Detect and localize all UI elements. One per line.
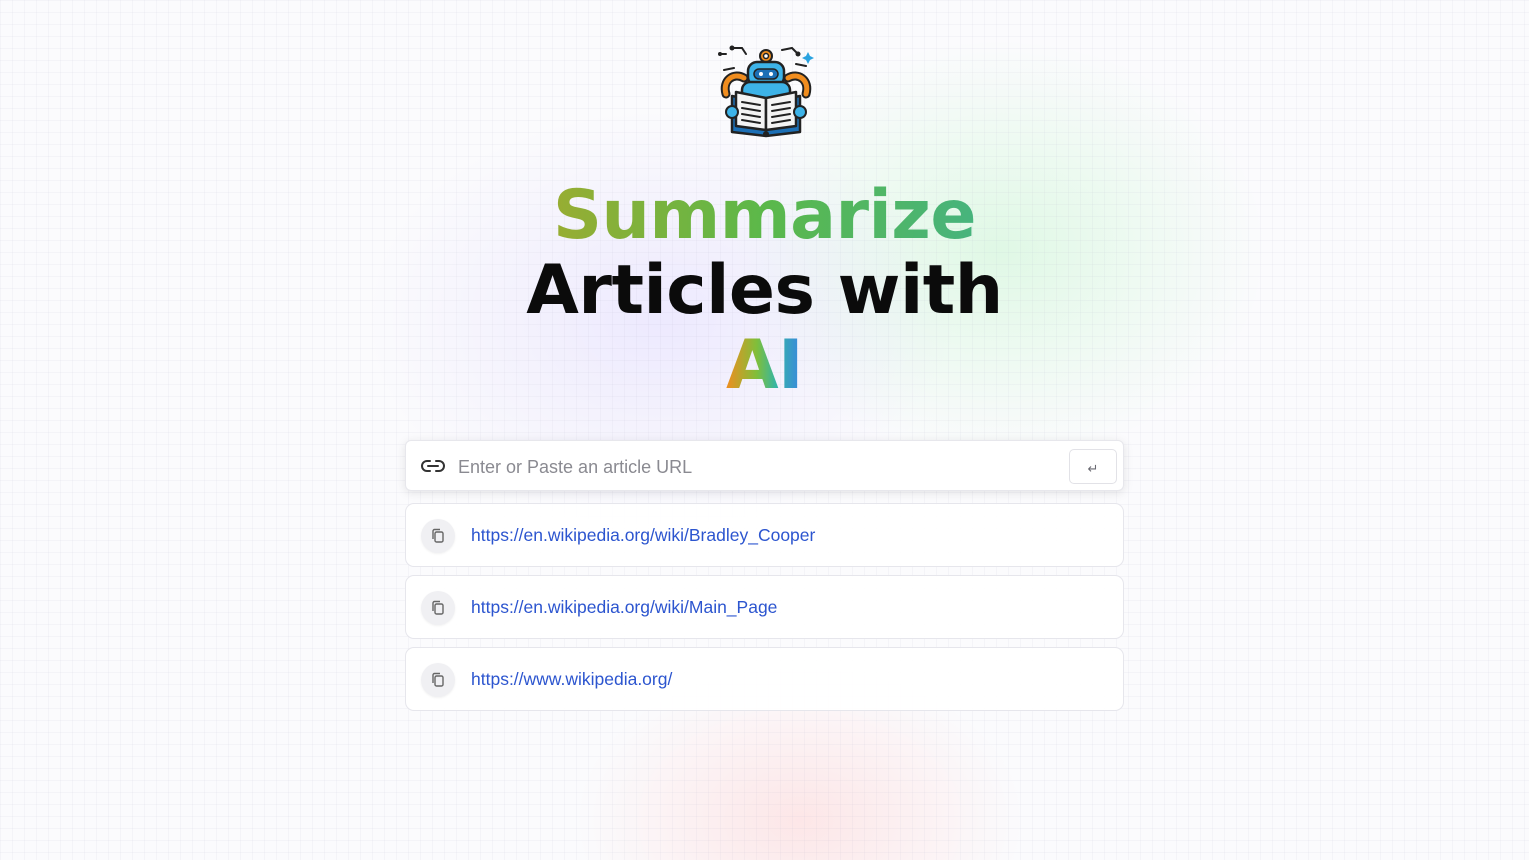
url-input[interactable] bbox=[456, 449, 1060, 485]
submit-button[interactable]: ↵ bbox=[1069, 449, 1117, 484]
list-item[interactable]: https://www.wikipedia.org/ bbox=[405, 647, 1124, 711]
list-item[interactable]: https://en.wikipedia.org/wiki/Main_Page bbox=[405, 575, 1124, 639]
link-icon bbox=[420, 456, 446, 476]
robot-reading-book-icon bbox=[712, 42, 820, 140]
title-line-articles-with: Articles with bbox=[526, 251, 1003, 330]
page-title: Summarize Articles with AI bbox=[0, 178, 1529, 403]
history-list: https://en.wikipedia.org/wiki/Bradley_Co… bbox=[405, 503, 1124, 719]
list-item[interactable]: https://en.wikipedia.org/wiki/Bradley_Co… bbox=[405, 503, 1124, 567]
history-url[interactable]: https://en.wikipedia.org/wiki/Main_Page bbox=[471, 597, 777, 618]
url-search-bar: ↵ bbox=[405, 440, 1124, 491]
title-line-summarize: Summarize bbox=[0, 178, 1529, 253]
history-url[interactable]: https://en.wikipedia.org/wiki/Bradley_Co… bbox=[471, 525, 815, 546]
history-url[interactable]: https://www.wikipedia.org/ bbox=[471, 669, 672, 690]
title-line-ai: AI bbox=[726, 326, 803, 405]
copy-icon[interactable] bbox=[421, 591, 455, 625]
copy-icon[interactable] bbox=[421, 663, 455, 697]
copy-icon[interactable] bbox=[421, 519, 455, 553]
